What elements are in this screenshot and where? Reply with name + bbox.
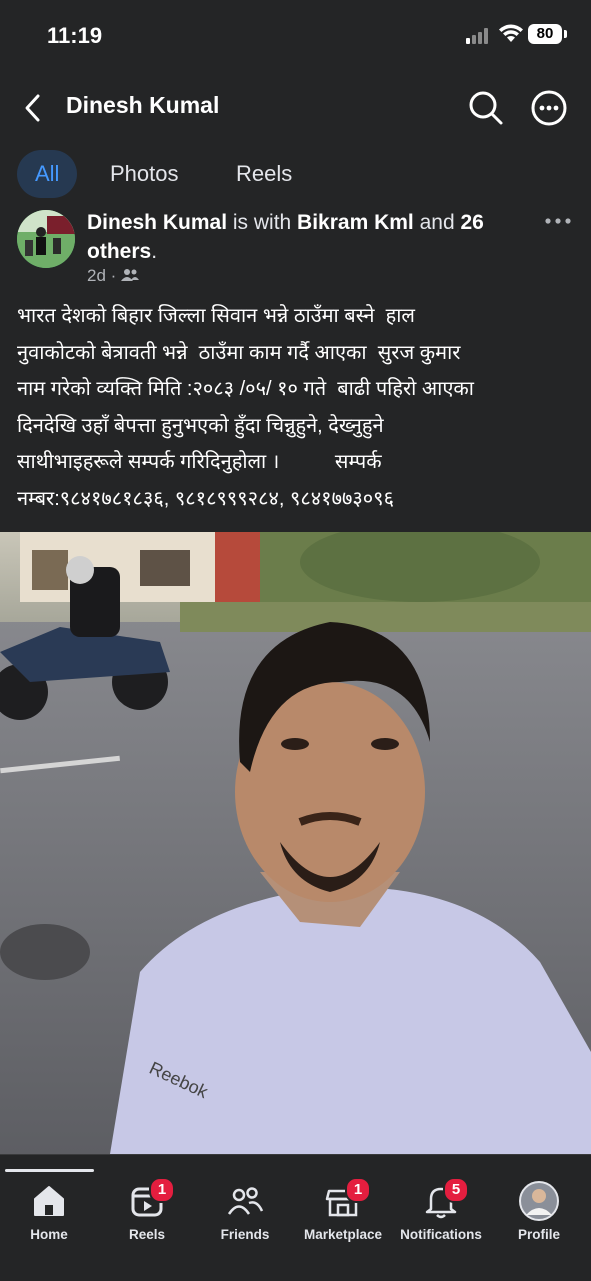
top-bar: Dinesh Kumal [0,80,591,136]
friends-icon [227,1187,264,1215]
meta-separator: · [110,266,117,285]
reels-badge: 1 [149,1177,175,1203]
status-bar: 11:19 80 [0,0,591,70]
active-tab-indicator [5,1169,94,1172]
post-author-line: Dinesh Kumal is with Bikram Kml and 26 o… [87,208,517,266]
battery-indicator: 80 [528,24,567,44]
nav-notifications-label: Notifications [400,1227,482,1242]
period: . [151,240,158,263]
post-meta: 2d · [87,266,140,286]
nav-friends-label: Friends [220,1227,270,1242]
nav-profile[interactable]: Profile [490,1181,588,1242]
home-icon [34,1186,64,1216]
search-icon[interactable] [466,88,506,128]
marketplace-badge: 1 [345,1177,371,1203]
bottom-nav: Home 1 Reels Friends 1 Marketplace 5 Not… [0,1154,591,1281]
nav-profile-label: Profile [517,1227,560,1242]
friends-audience-icon [121,269,140,281]
nav-reels[interactable]: 1 Reels [98,1177,196,1242]
more-icon[interactable] [529,88,569,128]
author-avatar[interactable] [17,210,75,268]
back-arrow-icon[interactable] [20,92,46,124]
post-photo[interactable]: Reebok [0,532,591,1154]
tab-all[interactable]: All [17,150,78,198]
nav-friends[interactable]: Friends [196,1181,294,1242]
status-time: 11:19 [47,23,103,48]
page-title: Dinesh Kumal [66,92,220,118]
post-text: भारत देशको बिहार जिल्ला सिवान भन्ने ठाउँ… [17,305,474,510]
nav-marketplace[interactable]: 1 Marketplace [294,1177,392,1242]
post-time[interactable]: 2d [87,266,106,285]
wifi-icon [499,24,523,42]
nav-reels-label: Reels [128,1227,166,1242]
and-text: and [413,211,461,234]
with-text: is with [227,211,298,234]
profile-avatar-icon [519,1181,559,1221]
nav-marketplace-label: Marketplace [303,1227,383,1242]
nav-notifications[interactable]: 5 Notifications [392,1177,490,1242]
nav-home[interactable]: Home [0,1181,98,1242]
post-options-icon[interactable] [545,216,571,226]
tagged-friend[interactable]: Bikram Kml [297,211,414,234]
signal-icon [466,28,488,44]
notifications-badge: 5 [443,1177,469,1203]
tab-photos[interactable]: Photos [92,150,197,198]
nav-home-label: Home [30,1227,68,1242]
tab-reels[interactable]: Reels [218,150,310,198]
author-name[interactable]: Dinesh Kumal [87,211,227,234]
